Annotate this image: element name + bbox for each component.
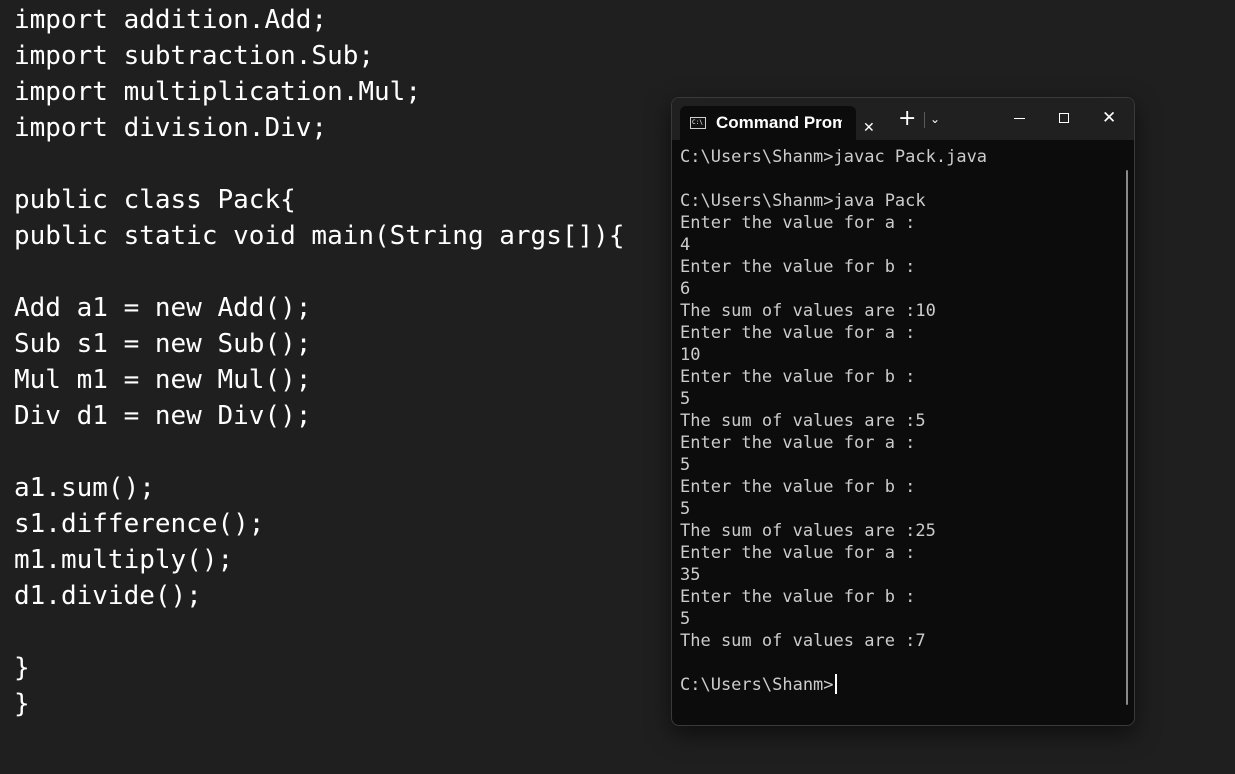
code-line: Div d1 = new Div(); [14,401,312,431]
tab-command-prompt[interactable]: C:\ Command Prompt ✕ [680,106,875,140]
terminal-line: 10 [680,345,701,365]
terminal-line: Enter the value for a : [680,433,916,453]
minimize-button[interactable] [1000,106,1040,132]
new-tab-button[interactable]: + [898,106,916,132]
code-line: public static void main(String args[]){ [14,221,625,251]
code-line: d1.divide(); [14,581,202,611]
terminal-line: The sum of values are :10 [680,301,936,321]
terminal-line: 5 [680,455,691,475]
divider [924,112,925,128]
terminal-line: The sum of values are :25 [680,521,936,541]
command-prompt-icon-label: C:\ [692,119,703,126]
terminal-line: Enter the value for b : [680,587,916,607]
terminal-line: 5 [680,389,691,409]
command-prompt-icon: C:\ [690,117,706,129]
terminal-line: Enter the value for a : [680,323,916,343]
terminal-output[interactable]: C:\Users\Shanm>javac Pack.java C:\Users\… [680,146,1120,716]
tab-close-icon[interactable]: ✕ [863,120,875,136]
code-line: Add a1 = new Add(); [14,293,312,323]
terminal-line: Enter the value for b : [680,257,916,277]
code-line: m1.multiply(); [14,545,234,575]
terminal-line: Enter the value for a : [680,213,916,233]
code-line: import multiplication.Mul; [14,77,421,107]
code-line: import division.Div; [14,113,328,143]
code-line: import addition.Add; [14,5,328,35]
terminal-line: C:\Users\Shanm>javac Pack.java [680,147,988,167]
maximize-button[interactable] [1045,106,1085,132]
terminal-line: Enter the value for a : [680,543,916,563]
maximize-icon [1059,113,1069,123]
code-line: Sub s1 = new Sub(); [14,329,312,359]
terminal-line: 6 [680,279,691,299]
tab-title: Command Prompt [716,113,842,132]
prompt-text: C:\Users\Shanm> [680,675,834,695]
code-line: Mul m1 = new Mul(); [14,365,312,395]
scrollbar[interactable] [1126,170,1128,705]
terminal-line: The sum of values are :5 [680,411,926,431]
terminal-line: 4 [680,235,691,255]
code-line: a1.sum(); [14,473,155,503]
code-line: s1.difference(); [14,509,265,539]
code-line: public class Pack{ [14,185,296,215]
code-line: } [14,653,30,683]
minimize-icon [1014,118,1025,119]
text-cursor [834,674,837,694]
terminal-line: Enter the value for b : [680,367,916,387]
prompt-line[interactable]: C:\Users\Shanm> [680,674,837,696]
terminal-line: 5 [680,499,691,519]
code-line: import subtraction.Sub; [14,41,375,71]
terminal-line: 35 [680,565,701,585]
close-icon: ✕ [1102,108,1117,128]
close-button[interactable]: ✕ [1090,106,1130,132]
code-line: } [14,689,30,719]
title-bar[interactable]: C:\ Command Prompt ✕ + ⌄ ✕ [672,98,1134,140]
chevron-down-icon[interactable]: ⌄ [930,111,940,127]
terminal-line: The sum of values are :7 [680,631,926,651]
terminal-line: C:\Users\Shanm>java Pack [680,191,926,211]
terminal-line: 5 [680,609,691,629]
command-prompt-window[interactable]: C:\ Command Prompt ✕ + ⌄ ✕ C:\Users\Shan… [671,97,1135,726]
terminal-line: Enter the value for b : [680,477,916,497]
